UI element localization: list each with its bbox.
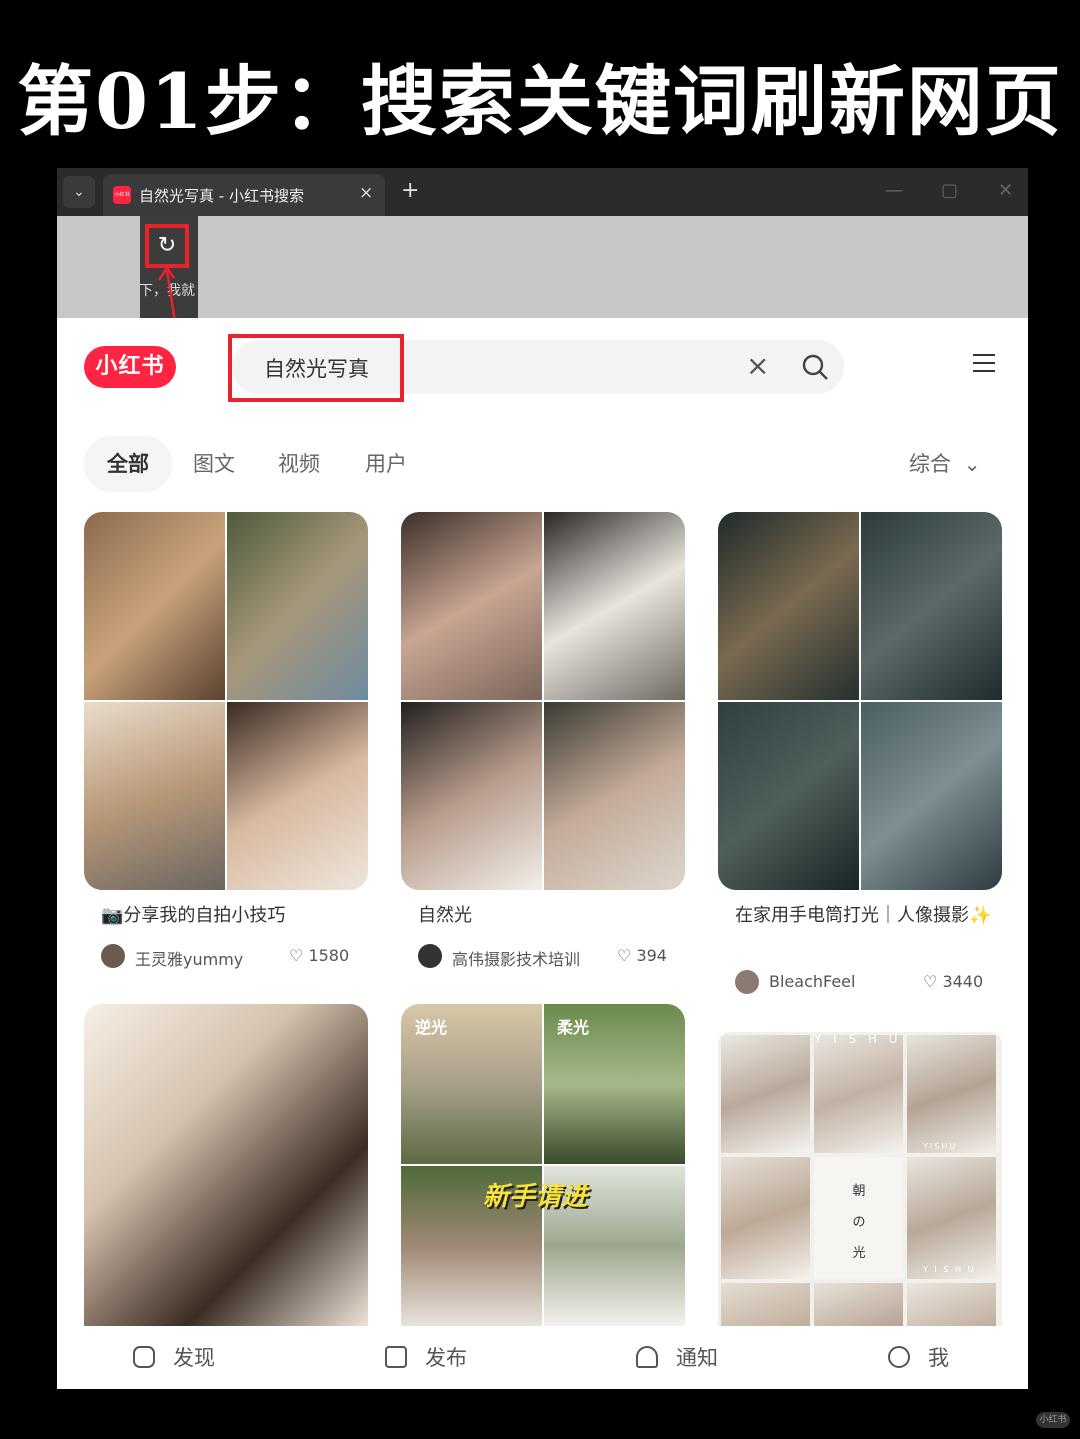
overlay-text: 新手请进 <box>483 1182 588 1212</box>
card-author[interactable]: 高伟摄影技术培训 <box>452 946 584 970</box>
note-card-image[interactable] <box>84 1004 368 1326</box>
toolbar-area <box>57 216 1028 318</box>
bottom-nav: 发现 发布 通知 我 <box>57 1326 1028 1389</box>
home-icon <box>133 1346 155 1368</box>
filter-tab-video[interactable]: 视频 <box>278 436 320 492</box>
likes-value: 1580 <box>308 946 350 965</box>
note-card-image[interactable] <box>84 512 368 890</box>
new-tab-icon[interactable]: + <box>401 178 419 203</box>
minimize-icon[interactable]: — <box>885 180 903 201</box>
overlay-text: Y I S H U <box>923 1265 976 1274</box>
overlay-text: 逆光 <box>415 1018 448 1037</box>
card-author[interactable]: 王灵雅yummy <box>135 946 243 970</box>
overlay-text: Y I S H U <box>814 1032 902 1046</box>
likes-value: 394 <box>636 946 667 965</box>
maximize-icon[interactable]: ▢ <box>941 180 958 201</box>
avatar[interactable] <box>101 944 125 968</box>
chevron-down-icon: ⌄ <box>963 452 981 476</box>
like-count[interactable]: ♡ 3440 <box>923 972 983 991</box>
browser-tab[interactable]: 小红书 自然光写真 - 小红书搜索 × <box>103 174 385 216</box>
favicon-icon: 小红书 <box>113 186 131 204</box>
reload-icon[interactable]: ↻ <box>145 224 189 268</box>
nav-discover[interactable]: 发现 <box>133 1342 215 1372</box>
window-close-icon[interactable]: ✕ <box>998 180 1013 201</box>
nav-publish[interactable]: 发布 <box>385 1342 467 1372</box>
watermark: 小红书 <box>1036 1412 1070 1428</box>
search-icon[interactable] <box>800 352 830 382</box>
filter-tab-all[interactable]: 全部 <box>84 436 172 492</box>
page-headline: 第01步：搜索关键词刷新网页 <box>17 57 1063 146</box>
bell-icon <box>636 1346 658 1368</box>
user-icon <box>888 1346 910 1368</box>
nav-me[interactable]: 我 <box>888 1342 949 1372</box>
filter-tab-users[interactable]: 用户 <box>365 436 407 492</box>
sort-dropdown[interactable]: 综合 ⌄ <box>909 436 980 492</box>
likes-value: 3440 <box>942 972 984 991</box>
like-count[interactable]: ♡ 1580 <box>289 946 349 965</box>
avatar[interactable] <box>418 944 442 968</box>
nav-notifications[interactable]: 通知 <box>636 1342 718 1372</box>
avatar[interactable] <box>735 970 759 994</box>
note-card-image[interactable]: 逆光 柔光 新手请进 <box>401 1004 685 1326</box>
filter-tab-notes[interactable]: 图文 <box>193 436 235 492</box>
note-card-image[interactable]: Y I S H U 朝 の 光 YISHU Y I S H U <box>718 1032 1002 1326</box>
like-count[interactable]: ♡ 394 <box>617 946 667 965</box>
tab-close-icon[interactable]: × <box>359 183 373 203</box>
plus-square-icon <box>385 1346 407 1368</box>
note-card-image[interactable] <box>718 512 1002 890</box>
clear-search-icon[interactable]: × <box>746 349 769 382</box>
tab-bar: ⌄ 小红书 自然光写真 - 小红书搜索 × + — ▢ ✕ <box>57 168 1028 216</box>
arrow-to-reload-icon <box>157 266 177 323</box>
nav-label: 发现 <box>173 1346 215 1370</box>
menu-icon[interactable] <box>973 354 995 374</box>
nav-label: 通知 <box>676 1346 718 1370</box>
overlay-text: 柔光 <box>557 1018 590 1037</box>
overlay-text: 朝 の 光 <box>852 1184 866 1261</box>
card-title[interactable]: 在家用手电筒打光｜人像摄影✨ <box>735 902 995 930</box>
browser-window: ⌄ 小红书 自然光写真 - 小红书搜索 × + — ▢ ✕ ↻ 下，我就 小红书… <box>57 168 1028 1389</box>
nav-label: 我 <box>928 1346 949 1370</box>
sort-label: 综合 <box>909 452 951 476</box>
tab-list-dropdown[interactable]: ⌄ <box>63 176 95 208</box>
nav-label: 发布 <box>425 1346 467 1370</box>
note-card-image[interactable] <box>401 512 685 890</box>
overlay-text: YISHU <box>923 1142 958 1151</box>
app-content: 小红书 自然光写真 × 全部 图文 视频 用户 综合 ⌄ 📷分享我的自拍小技巧 <box>57 318 1028 1389</box>
heart-icon: ♡ <box>617 946 632 965</box>
heart-icon: ♡ <box>923 972 938 991</box>
card-title[interactable]: 自然光 <box>418 902 472 930</box>
card-author[interactable]: BleachFeel <box>769 972 855 991</box>
search-highlight-box <box>228 334 404 402</box>
heart-icon: ♡ <box>289 946 304 965</box>
card-title[interactable]: 📷分享我的自拍小技巧 <box>101 902 371 930</box>
tab-title: 自然光写真 - 小红书搜索 <box>139 187 304 205</box>
app-logo[interactable]: 小红书 <box>84 346 176 388</box>
